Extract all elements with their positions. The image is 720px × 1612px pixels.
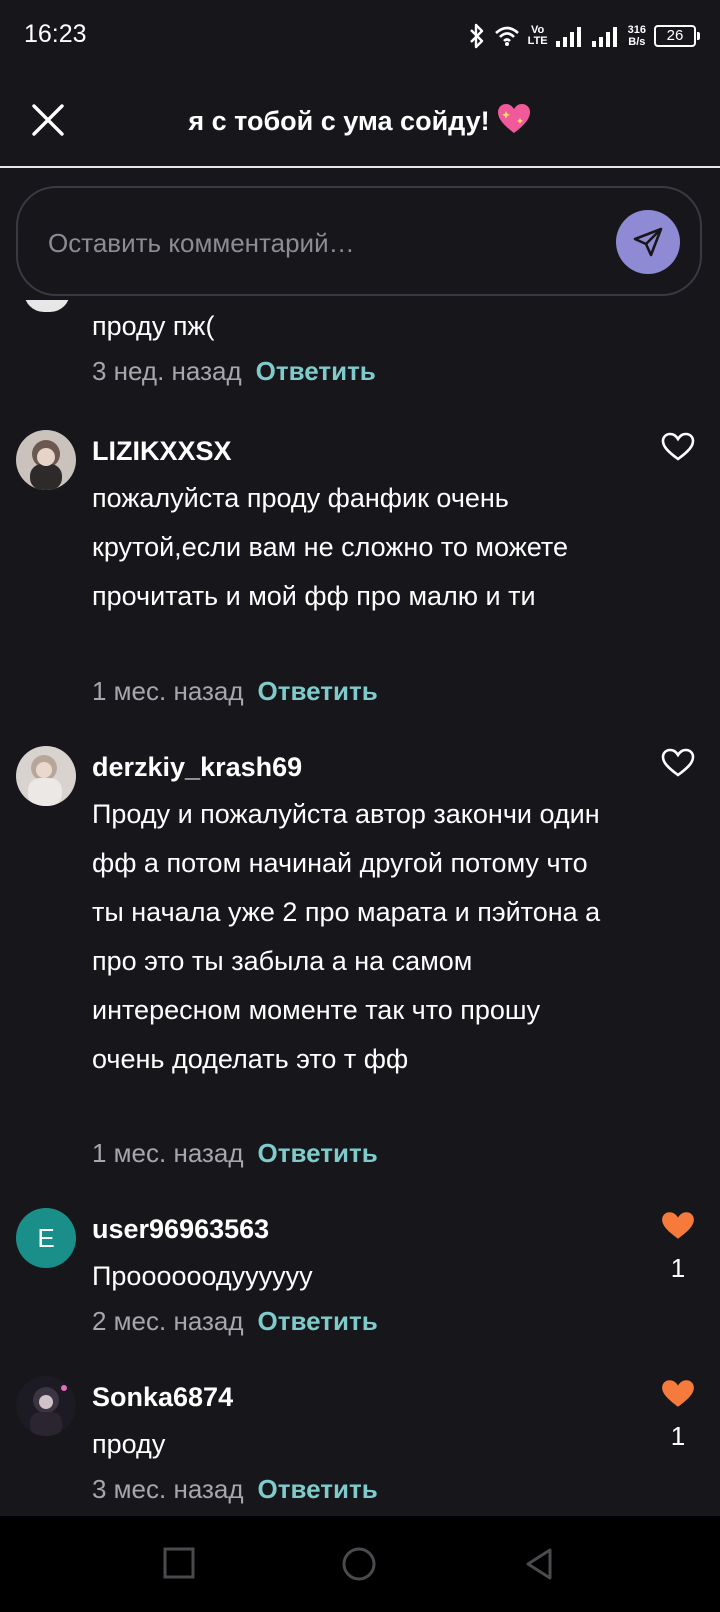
- status-icons: Vo LTE 316 B/s 26: [468, 20, 700, 52]
- status-bar: 16:23 Vo LTE 316 B/s 26: [0, 0, 720, 72]
- signal-icon: [591, 27, 617, 47]
- system-nav-bar: [0, 1516, 720, 1612]
- like-count: 1: [670, 1253, 686, 1283]
- comment-time: 2 мес. назад: [92, 1306, 244, 1336]
- comment-input-box[interactable]: Оставить комментарий…: [16, 186, 702, 296]
- comment-username[interactable]: LIZIKXXSX: [92, 436, 232, 467]
- like-count: 1: [670, 1421, 686, 1451]
- reply-button[interactable]: Ответить: [258, 1474, 378, 1504]
- like-button[interactable]: [658, 432, 698, 467]
- comment-time: 1 мес. назад: [92, 1138, 244, 1168]
- back-icon[interactable]: [522, 1546, 556, 1582]
- comment-input[interactable]: Оставить комментарий…: [48, 228, 355, 259]
- avatar[interactable]: [16, 1376, 76, 1436]
- comment-text: Проооооодууууyу: [92, 1261, 313, 1291]
- header: я с тобой с ума сойду!: [0, 72, 720, 168]
- comment-meta: 3 нед. назад Ответить: [92, 356, 376, 387]
- reply-button[interactable]: Ответить: [258, 1138, 378, 1168]
- comment-meta: 1 мес. назад Ответить: [92, 676, 378, 707]
- reply-button[interactable]: Ответить: [258, 676, 378, 706]
- bluetooth-icon: [469, 23, 483, 49]
- signal-icon: [555, 27, 581, 47]
- comment-text: проду пж(: [92, 311, 215, 341]
- heart-outline-icon: [661, 748, 695, 777]
- send-icon: [633, 227, 663, 257]
- avatar-photo: [16, 746, 76, 806]
- battery-icon: 26: [654, 25, 700, 47]
- page-title-text: я с тобой с ума сойду!: [188, 106, 490, 136]
- comment-username[interactable]: Sonka6874: [92, 1382, 233, 1413]
- like-button[interactable]: 1: [658, 1378, 698, 1452]
- comment-username[interactable]: derzkiy_krash69: [92, 752, 302, 783]
- comment-meta: 3 мес. назад Ответить: [92, 1474, 378, 1505]
- page-title: я с тобой с ума сойду!: [120, 102, 600, 137]
- recent-apps-icon[interactable]: [162, 1546, 196, 1580]
- send-button[interactable]: [616, 210, 680, 274]
- comment-meta: 2 мес. назад Ответить: [92, 1306, 378, 1337]
- heart-filled-icon: [662, 1212, 694, 1239]
- avatar-photo: [16, 430, 76, 490]
- status-time: 16:23: [24, 20, 87, 48]
- close-icon: [32, 104, 64, 136]
- heart-filled-icon: [662, 1380, 694, 1407]
- comment-text: пожалуйста проду фанфик очень крутой,есл…: [92, 483, 568, 611]
- home-icon[interactable]: [340, 1546, 378, 1582]
- volte-indicator: Vo LTE: [527, 24, 548, 47]
- heart-outline-icon: [661, 432, 695, 461]
- comment-username[interactable]: user96963563: [92, 1214, 269, 1245]
- avatar[interactable]: [24, 300, 70, 312]
- like-button[interactable]: [658, 748, 698, 783]
- network-speed: 316 B/s: [627, 24, 646, 48]
- wifi-icon: [494, 26, 519, 46]
- reply-button[interactable]: Ответить: [258, 1306, 378, 1336]
- reply-button[interactable]: Ответить: [256, 356, 376, 386]
- avatar[interactable]: [16, 430, 76, 490]
- comment-text: Проду и пожалуйста автор закончи один фф…: [92, 799, 601, 1074]
- avatar-photo: [16, 1376, 76, 1436]
- sparkling-heart-icon: [497, 104, 530, 133]
- comment-time: 3 нед. назад: [92, 356, 242, 386]
- close-button[interactable]: [28, 100, 68, 140]
- comment-meta: 1 мес. назад Ответить: [92, 1138, 378, 1169]
- comment-list[interactable]: проду пж( 3 нед. назад Ответить LIZIKXXSX…: [0, 300, 720, 1516]
- comment-time: 1 мес. назад: [92, 676, 244, 706]
- like-button[interactable]: 1: [658, 1210, 698, 1284]
- avatar[interactable]: [16, 746, 76, 806]
- avatar[interactable]: E: [16, 1208, 76, 1268]
- comment-time: 3 мес. назад: [92, 1474, 244, 1504]
- comment-text: проду: [92, 1429, 166, 1459]
